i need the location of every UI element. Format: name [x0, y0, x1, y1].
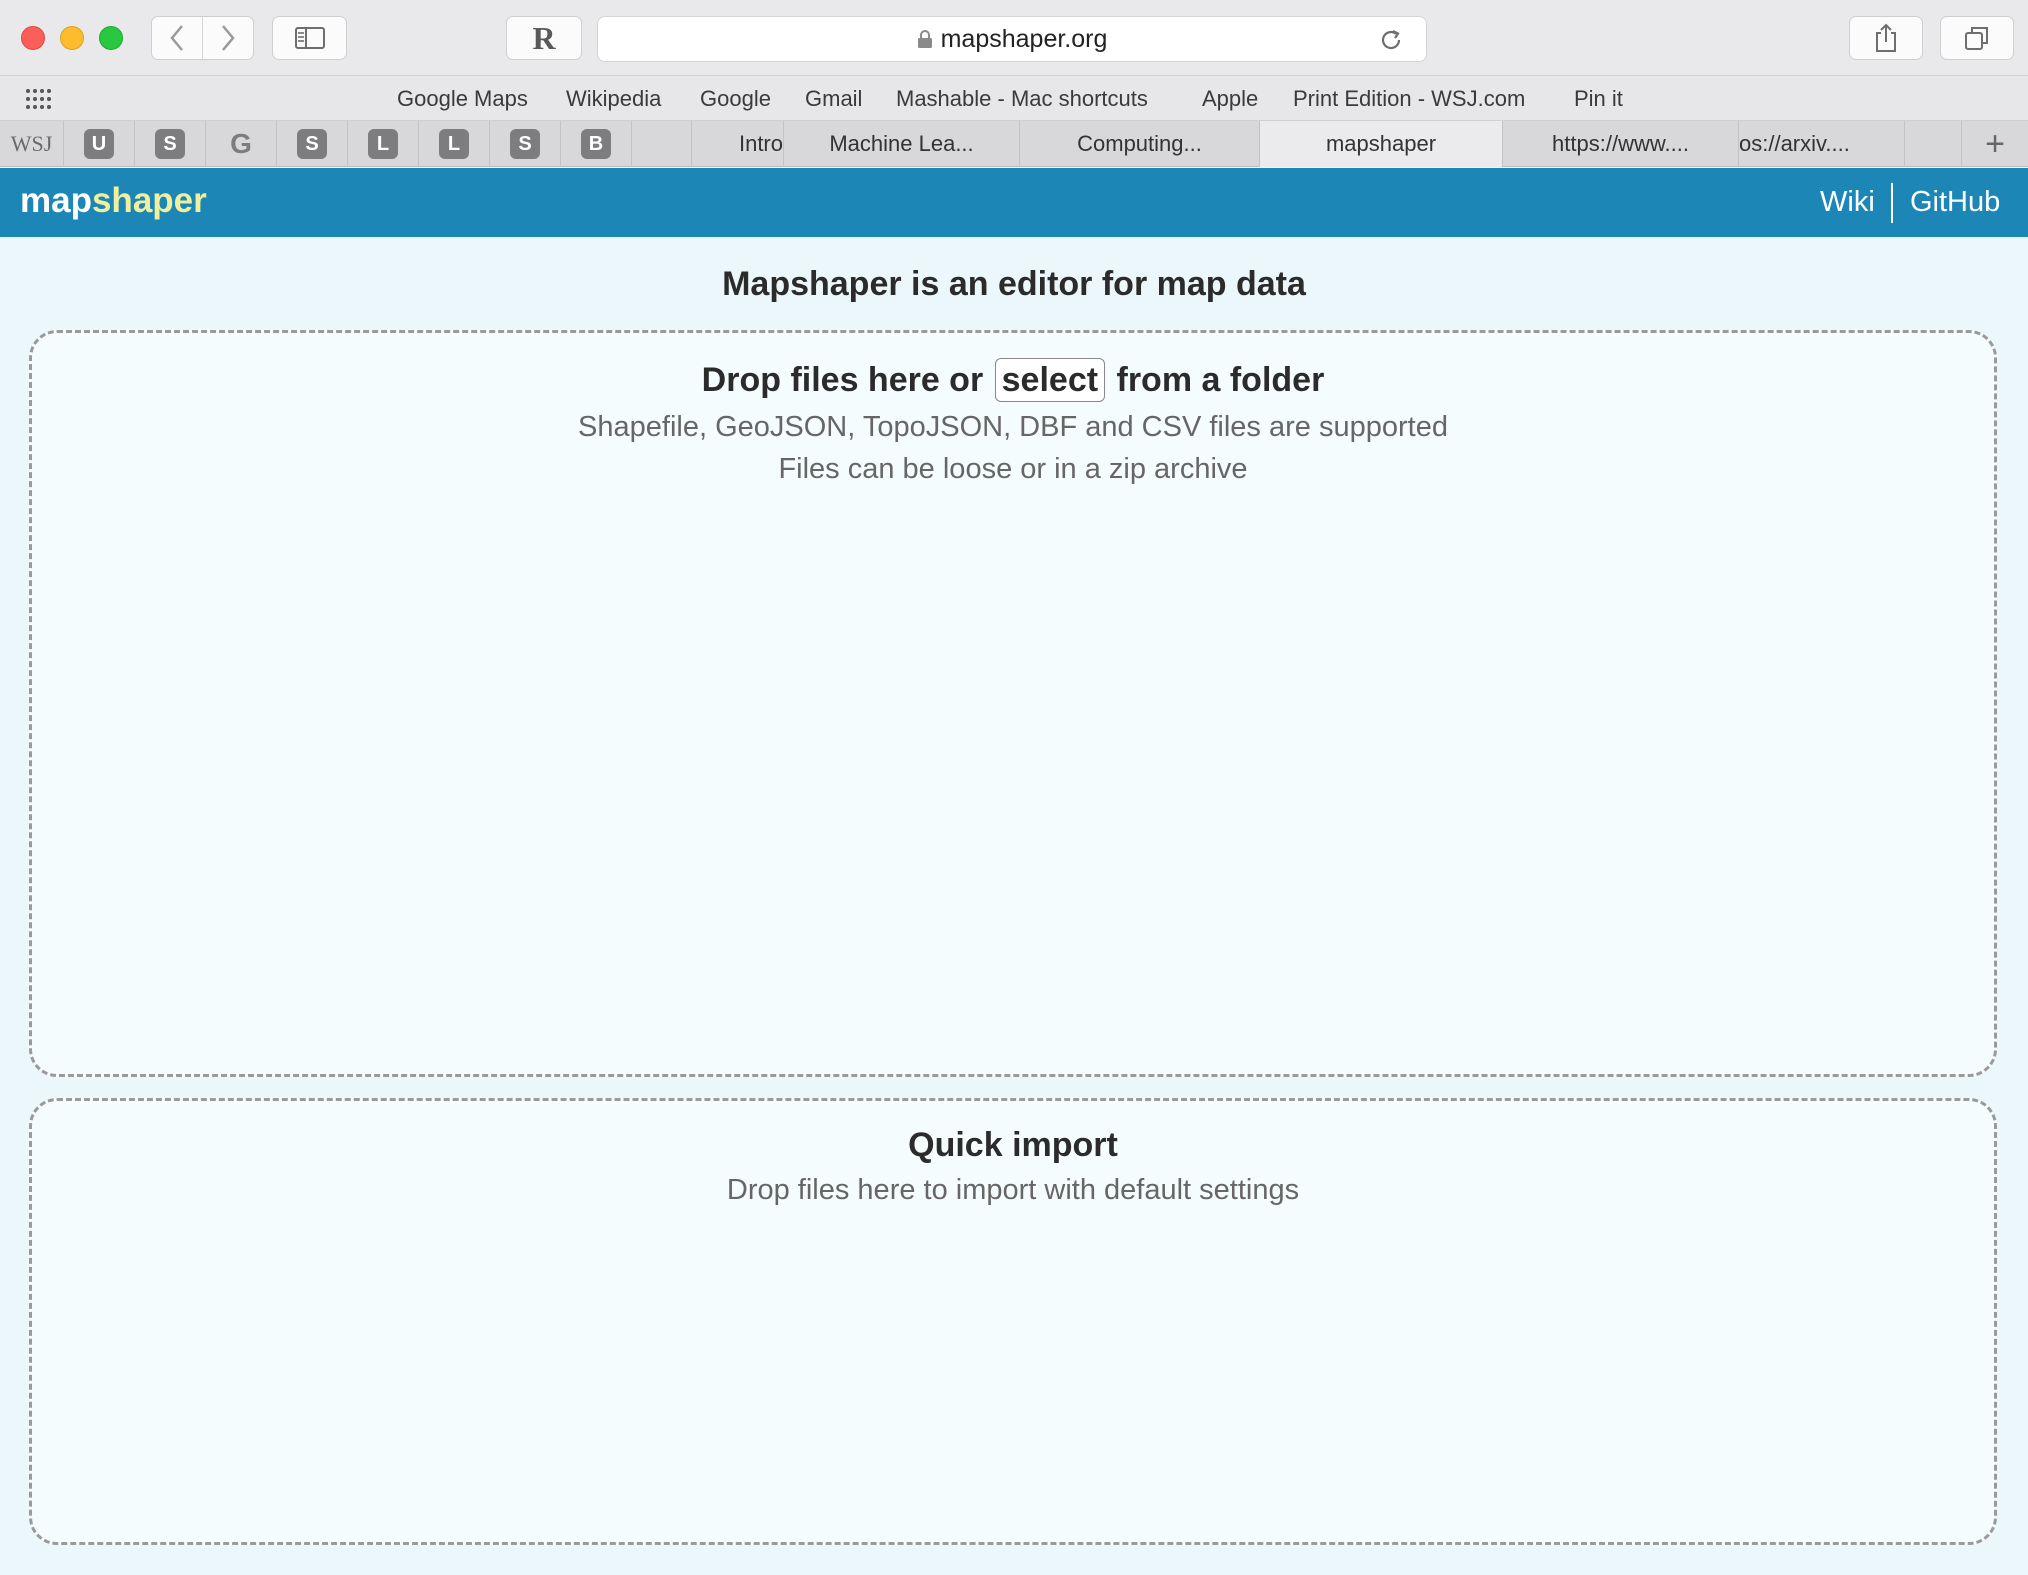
url-text: mapshaper.org: [940, 24, 1108, 53]
show-all-tabs-button[interactable]: [1940, 16, 2014, 60]
tab-label: os://arxiv....: [1739, 131, 1850, 156]
page-title: Mapshaper is an editor for map data: [722, 265, 1306, 303]
back-button[interactable]: [152, 17, 203, 59]
sidebar-toggle-button[interactable]: [272, 16, 347, 60]
favorite-google-maps[interactable]: Google Maps: [397, 82, 528, 116]
github-link[interactable]: GitHub: [1910, 182, 2000, 222]
quick-import-title: Quick import: [908, 1126, 1118, 1164]
sidebar-icon: [294, 27, 325, 49]
pinned-tab[interactable]: L: [419, 121, 490, 167]
pinned-tab-icon: U: [84, 129, 114, 159]
pinned-tab-icon: L: [439, 129, 469, 159]
tab-mapshaper[interactable]: mapshaper: [1260, 121, 1503, 167]
logo-part-shaper: shaper: [91, 181, 207, 220]
address-bar[interactable]: mapshaper.org: [597, 16, 1427, 62]
favorite-google[interactable]: Google: [700, 82, 771, 116]
pinned-tab[interactable]: G: [206, 121, 277, 167]
wiki-link[interactable]: Wiki: [1820, 182, 1875, 222]
tab-bar: WSJ U S G S L L S B Intro Machine Lea...…: [0, 121, 2028, 167]
close-window-button[interactable]: [21, 26, 45, 50]
tab-spacer: [1905, 121, 1962, 167]
share-button[interactable]: [1849, 16, 1923, 60]
pinned-tab-wsj[interactable]: WSJ: [0, 121, 64, 167]
quick-import-text: Drop files here to import with default s…: [726, 1174, 1300, 1206]
tab-label: Machine Lea...: [829, 131, 974, 156]
chevron-left-icon: [170, 25, 183, 51]
select-files-button[interactable]: select: [994, 358, 1106, 402]
pinned-tab[interactable]: U: [64, 121, 135, 167]
google-icon: G: [230, 128, 252, 159]
favorites-bar: Google Maps Wikipedia Google Gmail Masha…: [0, 76, 2028, 121]
pinned-tab-icon: S: [510, 129, 540, 159]
new-tab-button[interactable]: +: [1962, 121, 2028, 167]
tab-label: Intro: [738, 131, 783, 156]
favorite-wikipedia[interactable]: Wikipedia: [566, 82, 661, 116]
drop-suffix: from a folder: [1116, 361, 1325, 399]
file-drop-zone[interactable]: Drop files here or select from a folder …: [29, 330, 1997, 1077]
tab-label: Computing...: [1077, 131, 1202, 156]
tab-intro[interactable]: Intro: [692, 121, 784, 167]
drop-instructions: Drop files here or select from a folder: [32, 358, 1994, 402]
pinned-tab[interactable]: L: [348, 121, 419, 167]
logo[interactable]: mapshaper: [20, 178, 207, 224]
pinned-tab[interactable]: B: [561, 121, 632, 167]
pinned-tab[interactable]: S: [277, 121, 348, 167]
share-icon: [1876, 23, 1896, 52]
favorite-apple[interactable]: Apple: [1202, 82, 1258, 116]
tab-label: mapshaper: [1325, 131, 1437, 156]
nav-divider: [1891, 183, 1893, 223]
plus-icon: +: [1985, 124, 2005, 163]
quick-import-zone[interactable]: Quick import Drop files here to import w…: [29, 1098, 1997, 1545]
favorite-wsj[interactable]: Print Edition - WSJ.com: [1293, 82, 1525, 116]
tab-computing[interactable]: Computing...: [1020, 121, 1260, 167]
pinned-tab-icon: S: [297, 129, 327, 159]
forward-button[interactable]: [203, 17, 253, 59]
favorite-gmail[interactable]: Gmail: [805, 82, 862, 116]
wsj-icon: WSJ: [10, 131, 53, 156]
supported-formats-text: Shapefile, GeoJSON, TopoJSON, DBF and CS…: [578, 411, 1448, 443]
pinned-tab-overflow[interactable]: [632, 121, 692, 167]
app-header: mapshaper Wiki GitHub: [0, 168, 2028, 237]
favorite-mashable[interactable]: Mashable - Mac shortcuts: [896, 82, 1148, 116]
chevron-right-icon: [222, 25, 235, 51]
pinned-tab-icon: L: [368, 129, 398, 159]
pinned-tab[interactable]: S: [490, 121, 561, 167]
reader-extension-icon: R: [532, 19, 556, 56]
pinned-tab-icon: B: [581, 129, 611, 159]
tab-https-www[interactable]: https://www....: [1503, 121, 1739, 167]
tab-arxiv[interactable]: os://arxiv....: [1739, 121, 1905, 167]
logo-part-map: map: [20, 181, 92, 220]
minimize-window-button[interactable]: [60, 26, 84, 50]
tabs-overview-icon: [1965, 27, 1988, 50]
reload-icon[interactable]: [1378, 27, 1404, 53]
favorite-pin-it[interactable]: Pin it: [1574, 82, 1623, 116]
browser-toolbar: R mapshaper.org: [0, 0, 2028, 76]
zip-note-text: Files can be loose or in a zip archive: [778, 453, 1248, 485]
lock-icon: [917, 30, 932, 48]
drop-prefix: Drop files here or: [701, 361, 984, 399]
tab-machine-learning[interactable]: Machine Lea...: [784, 121, 1020, 167]
grid-icon[interactable]: [25, 88, 53, 110]
zoom-window-button[interactable]: [99, 26, 123, 50]
pinned-tab[interactable]: S: [135, 121, 206, 167]
back-forward-group: [151, 16, 254, 60]
pinned-tab-icon: S: [155, 129, 185, 159]
tab-label: https://www....: [1552, 131, 1689, 156]
reader-extension-button[interactable]: R: [506, 16, 582, 60]
